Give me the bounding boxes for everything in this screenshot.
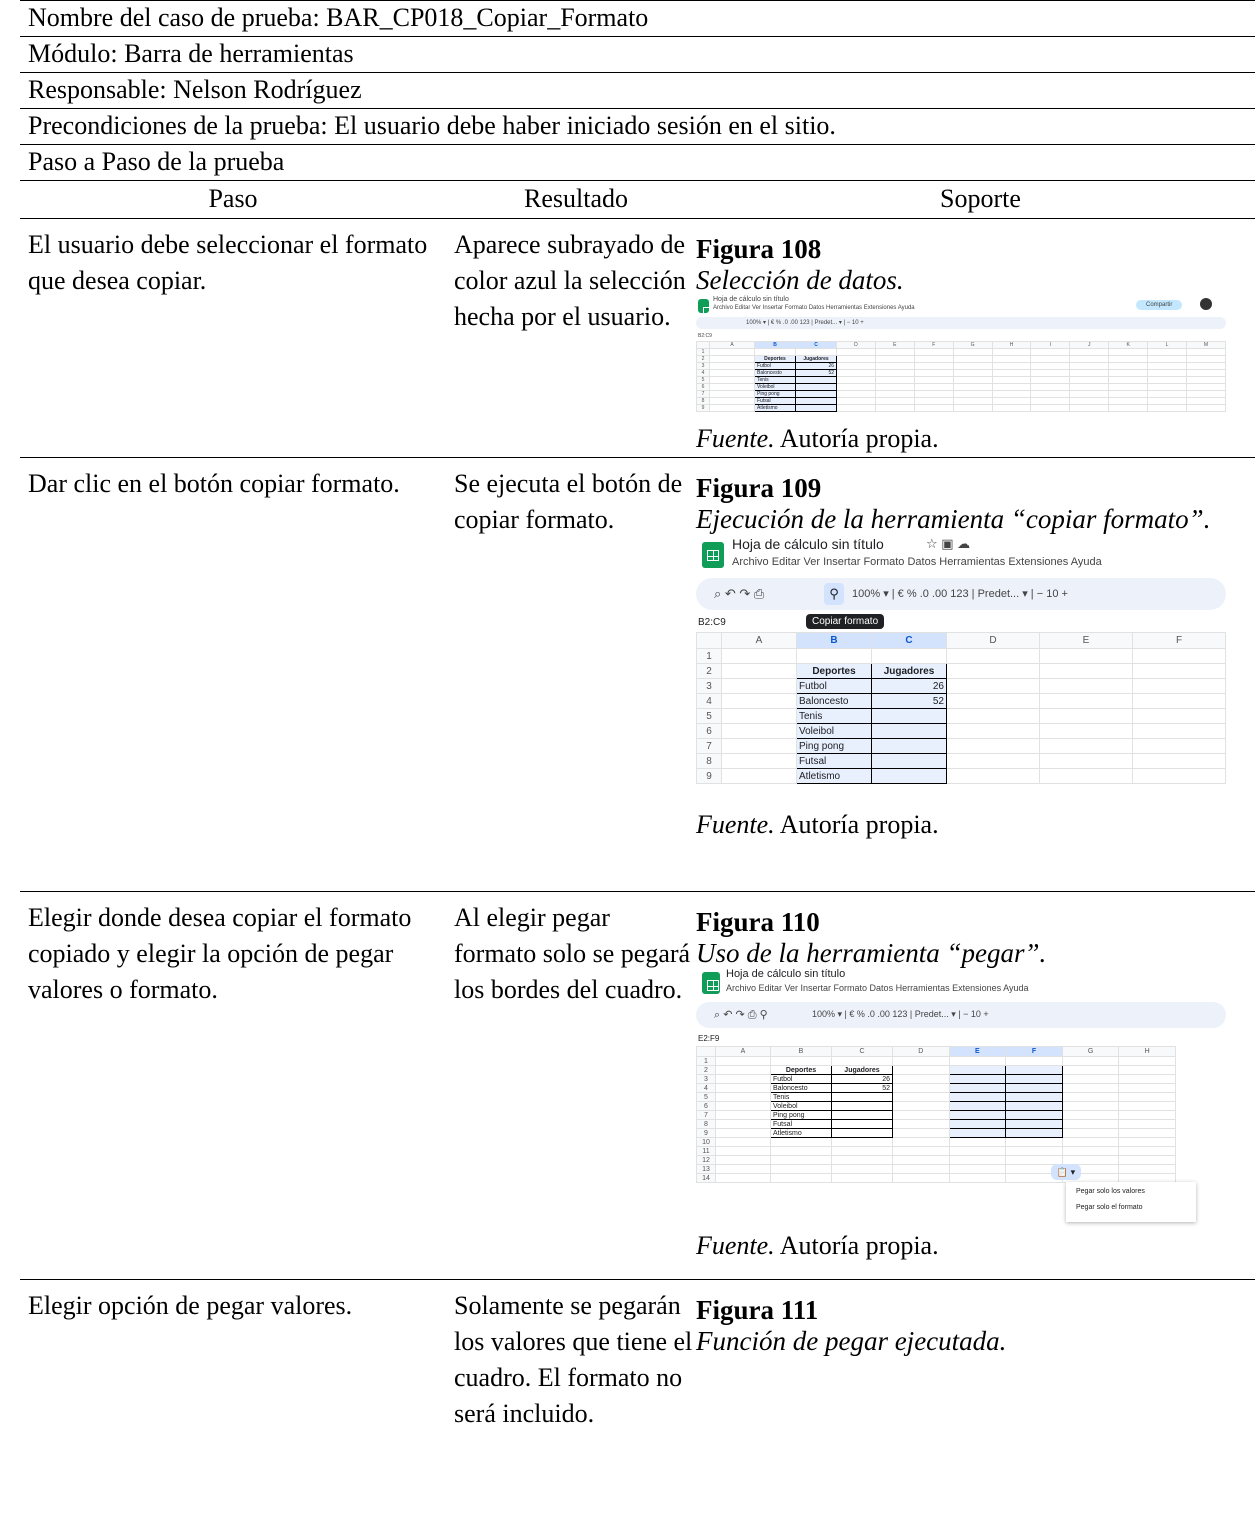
step-description: Elegir donde desea copiar el formato cop…: [28, 903, 412, 1004]
menu-bar: Archivo Editar Ver Insertar Formato Dato…: [713, 305, 915, 311]
paste-options-button[interactable]: 📋 ▾: [1051, 1164, 1081, 1180]
sheets-logo-icon: [698, 299, 715, 318]
step-description: El usuario debe seleccionar el formato q…: [28, 230, 428, 295]
step-result: Se ejecuta el botón de copiar formato.: [454, 469, 683, 534]
sheets-logo-icon: [702, 972, 720, 994]
menu-bar: Archivo Editar Ver Insertar Formato Dato…: [726, 983, 1029, 993]
column-headers: Paso Resultado Soporte: [20, 181, 1255, 219]
paste-format-option[interactable]: Pegar solo el formato: [1076, 1204, 1143, 1211]
sheet-grid: ABCDEFGHIJKLM 1 2 Deportes Jugadores 3 Futb…: [696, 341, 1226, 412]
module-name: Módulo: Barra de herramientas: [20, 37, 1255, 73]
figure-title: Uso de la herramienta “pegar”.: [696, 938, 1047, 968]
menu-bar: Archivo Editar Ver Insertar Formato Dato…: [732, 556, 1102, 568]
figure-source: Fuente. Autoría propia.: [696, 1231, 939, 1260]
toolbar-items: 100% ▾ | € % .0 .00 123 | Predet... ▾ | …: [746, 320, 864, 326]
step-row-3: Elegir donde desea copiar el formato cop…: [20, 892, 1255, 1280]
preconditions: Precondiciones de la prueba: El usuario …: [20, 109, 1255, 145]
test-case-name: Nombre del caso de prueba: BAR_CP018_Cop…: [20, 0, 1255, 37]
screenshot-figure-109: Hoja de cálculo sin título ☆ ▣ ☁ Archivo…: [696, 534, 1226, 809]
name-box: E2:F9: [698, 1034, 720, 1043]
avatar: [1200, 298, 1212, 310]
name-box: B2:C9: [698, 333, 712, 339]
toolbar-items: 100% ▾ | € % .0 .00 123 | Predet... ▾ | …: [852, 588, 1068, 600]
step-result: Solamente se pegarán los valores que tie…: [454, 1291, 693, 1428]
step-row-1: El usuario debe seleccionar el formato q…: [20, 219, 1255, 458]
screenshot-figure-108: Hoja de cálculo sin título Archivo Edita…: [696, 295, 1226, 423]
step-support: Figura 111 Función de pegar ejecutada.: [696, 1280, 1255, 1520]
paste-values-option[interactable]: Pegar solo los valores: [1076, 1188, 1145, 1195]
step-support: Figura 108 Selección de datos. Hoja de c…: [696, 219, 1255, 457]
figure-title: Función de pegar ejecutada.: [696, 1326, 1007, 1356]
sheet-grid: ABCDEFGH 1 2 Deportes Jugadores 3 Futbol 26 …: [696, 1046, 1176, 1183]
toolbar-icons: ⌕ ↶ ↷ ⎙: [714, 586, 765, 601]
step-row-4: Elegir opción de pegar valores. Solament…: [20, 1280, 1255, 1520]
step-support: Figura 109 Ejecución de la herramienta “…: [696, 458, 1255, 891]
name-box: B2:C9: [698, 617, 726, 628]
figure-number: Figura 108: [696, 234, 822, 264]
sheets-logo-icon: [702, 542, 724, 568]
step-result: Al elegir pegar formato solo se pegará l…: [454, 903, 691, 1004]
figure-title: Ejecución de la herramienta “copiar form…: [696, 504, 1211, 534]
share-button: Compartir: [1136, 300, 1183, 310]
step-description: Elegir opción de pegar valores.: [28, 1291, 353, 1320]
test-case-document: Nombre del caso de prueba: BAR_CP018_Cop…: [20, 0, 1255, 1520]
figure-title: Selección de datos.: [696, 265, 904, 295]
doc-title: Hoja de cálculo sin título: [726, 968, 846, 980]
toolbar-icons: ⌕ ↶ ↷ ⎙ ⚲: [714, 1009, 768, 1021]
step-result: Aparece subrayado de color azul la selec…: [454, 230, 686, 331]
col-paso: Paso: [208, 184, 258, 213]
screenshot-figure-110: Hoja de cálculo sin título Archivo Edita…: [696, 968, 1226, 1230]
col-resultado: Resultado: [524, 184, 628, 213]
doc-title: Hoja de cálculo sin título: [713, 296, 789, 303]
figure-number: Figura 110: [696, 907, 820, 937]
figure-number: Figura 111: [696, 1295, 819, 1325]
step-by-step-title: Paso a Paso de la prueba: [20, 145, 1255, 181]
figure-number: Figura 109: [696, 473, 822, 503]
figure-source: Fuente. Autoría propia.: [696, 810, 939, 839]
step-description: Dar clic en el botón copiar formato.: [28, 469, 400, 498]
toolbar-items: 100% ▾ | € % .0 .00 123 | Predet... ▾ | …: [812, 1009, 989, 1019]
copy-format-tooltip: Copiar formato: [806, 614, 885, 629]
paint-format-icon[interactable]: ⚲: [824, 583, 844, 605]
step-row-2: Dar clic en el botón copiar formato. Se …: [20, 458, 1255, 892]
title-icons: ☆ ▣ ☁: [926, 536, 971, 551]
col-soporte: Soporte: [940, 184, 1021, 213]
responsible: Responsable: Nelson Rodríguez: [20, 73, 1255, 109]
step-support: Figura 110 Uso de la herramienta “pegar”…: [696, 892, 1255, 1279]
doc-title: Hoja de cálculo sin título: [732, 536, 884, 552]
sheet-grid: ABCDEF 1 2 Deportes Jugadores 3 Futbol 26 4B…: [696, 632, 1226, 784]
figure-source: Fuente. Autoría propia.: [696, 424, 939, 453]
paste-options-menu: Pegar solo los valores Pegar solo el for…: [1066, 1182, 1196, 1222]
